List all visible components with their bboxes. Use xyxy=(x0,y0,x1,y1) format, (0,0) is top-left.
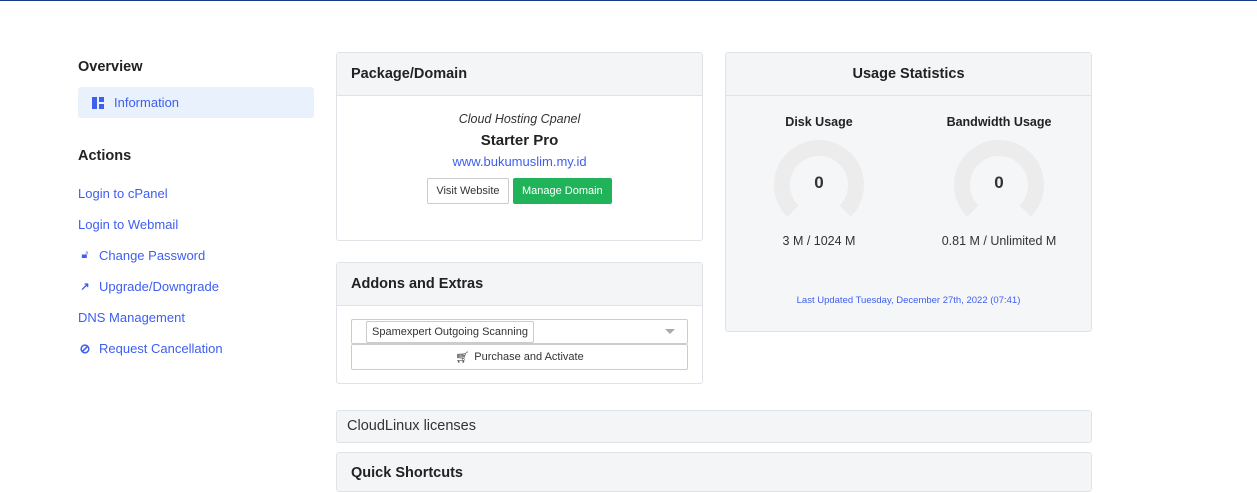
ban-icon: ⊘ xyxy=(79,340,91,356)
last-updated: Last Updated Tuesday, December 27th, 202… xyxy=(796,295,1021,306)
shortcuts-title: Quick Shortcuts xyxy=(351,465,463,481)
sidebar: Overview Information Actions Login to cP… xyxy=(78,59,314,364)
package-title: Package/Domain xyxy=(337,53,702,96)
usage-card: Usage Statistics Disk Usage 0 3 M / 1024… xyxy=(725,52,1092,332)
cart-icon: 🛒︎ xyxy=(455,351,470,364)
usage-title: Usage Statistics xyxy=(726,53,1091,96)
cloudlinux-title: CloudLinux licenses xyxy=(347,418,476,434)
sidebar-item-label: Information xyxy=(114,95,180,110)
bandwidth-usage-gauge: Bandwidth Usage 0 0.81 M / Unlimited M xyxy=(909,115,1089,248)
addon-select[interactable]: Spamexpert Outgoing Scanning xyxy=(351,319,688,344)
disk-usage-label: Disk Usage xyxy=(785,115,853,129)
login-webmail-link[interactable]: Login to Webmail xyxy=(78,209,314,240)
request-cancellation-link[interactable]: ⊘ Request Cancellation xyxy=(78,333,314,364)
dns-management-link[interactable]: DNS Management xyxy=(78,302,314,333)
link-label: Upgrade/Downgrade xyxy=(99,279,219,294)
shortcuts-card: Quick Shortcuts xyxy=(336,452,1092,492)
upgrade-downgrade-link[interactable]: ↗ Upgrade/Downgrade xyxy=(78,271,314,302)
login-cpanel-link[interactable]: Login to cPanel xyxy=(78,178,314,209)
link-label: Request Cancellation xyxy=(99,341,223,356)
actions-heading: Actions xyxy=(78,148,132,164)
package-group: Cloud Hosting Cpanel xyxy=(458,112,581,126)
disk-usage-gauge: Disk Usage 0 3 M / 1024 M xyxy=(729,115,909,248)
disk-usage-value: 0 xyxy=(814,173,824,192)
addons-card: Addons and Extras Spamexpert Outgoing Sc… xyxy=(336,262,703,384)
bandwidth-usage-label: Bandwidth Usage xyxy=(946,115,1052,129)
external-link-icon: ↗ xyxy=(80,281,90,293)
package-card: Package/Domain Cloud Hosting Cpanel Star… xyxy=(336,52,703,241)
button-label: Purchase and Activate xyxy=(474,351,584,363)
domain-link[interactable]: www.bukumuslim.my.id xyxy=(337,154,702,169)
cloudlinux-panel[interactable]: CloudLinux licenses xyxy=(336,410,1092,443)
visit-website-button[interactable]: Visit Website xyxy=(427,178,509,204)
addons-title: Addons and Extras xyxy=(337,263,702,306)
chevron-down-icon xyxy=(665,329,675,334)
sidebar-item-information[interactable]: Information xyxy=(78,87,314,118)
package-name: Starter Pro xyxy=(480,132,559,149)
bandwidth-usage-value: 0 xyxy=(994,173,1004,192)
lock-icon: 🔓︎ xyxy=(81,249,89,261)
addon-selected-value: Spamexpert Outgoing Scanning xyxy=(366,321,534,343)
link-label: Change Password xyxy=(99,248,206,263)
change-password-link[interactable]: 🔓︎ Change Password xyxy=(78,240,314,271)
dashboard-icon xyxy=(92,96,104,109)
manage-domain-button[interactable]: Manage Domain xyxy=(512,178,612,204)
purchase-activate-button[interactable]: 🛒︎ Purchase and Activate xyxy=(351,344,688,370)
overview-heading: Overview xyxy=(78,59,143,75)
